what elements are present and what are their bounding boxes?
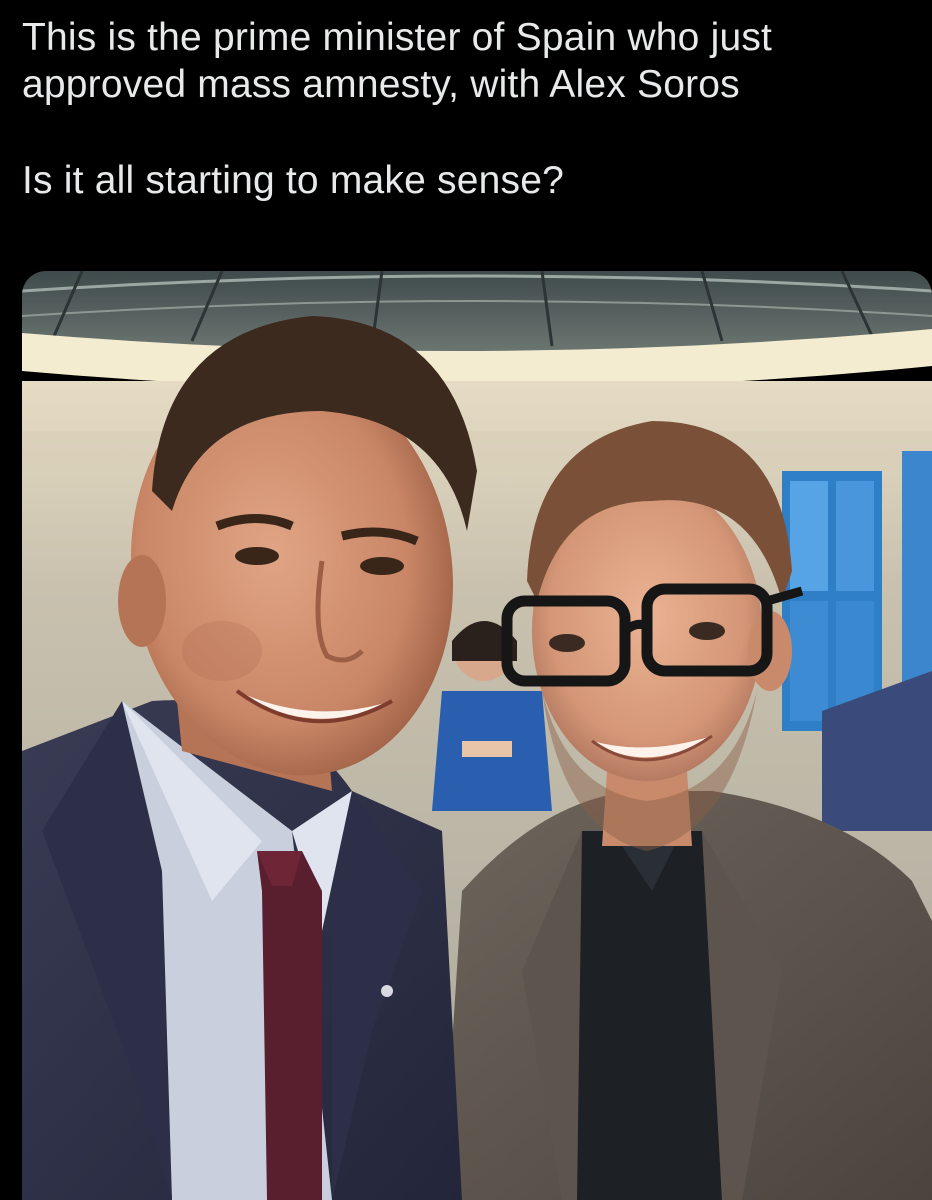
social-post: This is the prime minister of Spain who … (0, 0, 932, 1200)
post-text: This is the prime minister of Spain who … (22, 14, 922, 204)
post-text-line-3: Is it all starting to make sense? (22, 159, 565, 202)
post-text-line-2: approved mass amnesty, with Alex Soros (22, 63, 740, 106)
photo-image (22, 271, 932, 1200)
post-text-line-1: This is the prime minister of Spain who … (22, 16, 773, 59)
post-photo[interactable] (22, 271, 932, 1200)
